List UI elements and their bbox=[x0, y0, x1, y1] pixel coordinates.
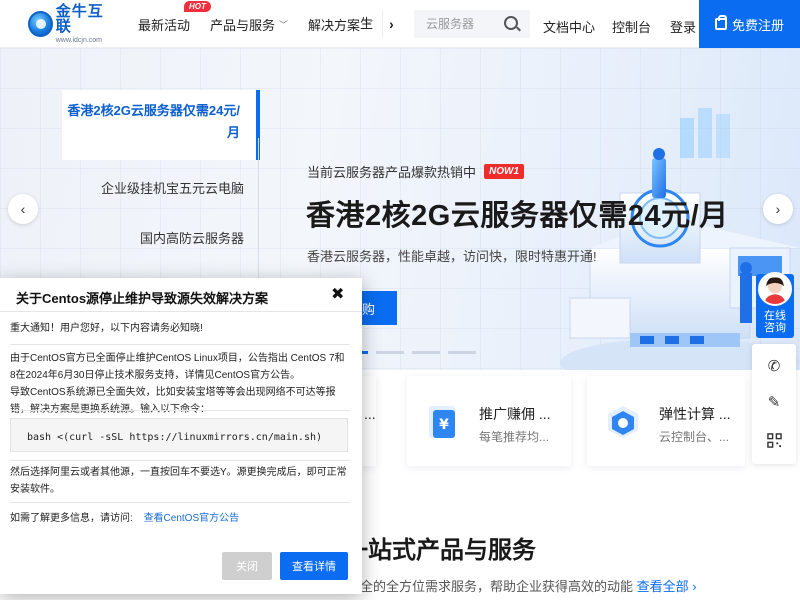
search-box bbox=[414, 10, 530, 38]
logo-mark-icon bbox=[28, 11, 53, 37]
dialog-close-button[interactable]: 关闭 bbox=[222, 552, 272, 580]
carousel-dot[interactable] bbox=[412, 351, 440, 354]
support-agent-avatar bbox=[758, 272, 792, 306]
float-tools: ✆ ✎ bbox=[752, 344, 796, 464]
shopping-bag-icon bbox=[714, 15, 727, 30]
paragraph-1: 由于CentOS官方已全面停止维护CentOS Linux项目，公告指出 Cen… bbox=[10, 353, 345, 381]
command-code-block[interactable]: bash <(curl -sSL https://linuxmirrors.cn… bbox=[10, 418, 348, 452]
login-link[interactable]: 登录 bbox=[670, 17, 696, 36]
nav-label: 解决方案 bbox=[308, 17, 361, 33]
nav-item-ecosystem[interactable]: 生态 bbox=[360, 0, 384, 48]
consult-label-2: 咨询 bbox=[764, 322, 786, 334]
hero-subtitle: 当前云服务器产品爆款热销中 NOW1 bbox=[307, 162, 525, 181]
card-title-truncated: ... bbox=[364, 406, 376, 422]
divider bbox=[10, 410, 350, 411]
centos-notice-dialog: 关于Centos源停止维护导致源失效解决方案 ✖ 重大通知！用户您好，以下内容请… bbox=[0, 278, 362, 594]
nav-item-products[interactable]: 产品与服务 ﹀ bbox=[210, 15, 288, 34]
section-title: 一站式产品与服务 bbox=[344, 537, 536, 564]
online-consult-button[interactable]: 在线 咨询 bbox=[756, 272, 794, 338]
card-subtitle: 每笔推荐均... bbox=[479, 430, 550, 444]
more-info-line: 如需了解更多信息，请访问: 查看CentOS官方公告 bbox=[10, 510, 350, 527]
card-title: 推广赚佣 ... bbox=[479, 406, 551, 422]
qr-code-icon[interactable] bbox=[764, 430, 784, 450]
divider bbox=[10, 460, 350, 461]
main-nav: 最新活动 HOT 产品与服务 ﹀ 解决方案 ﹀ bbox=[138, 0, 393, 48]
feature-card-referral[interactable]: ¥ 推广赚佣 ... 每笔推荐均... bbox=[407, 376, 571, 466]
carousel-dot[interactable] bbox=[448, 351, 476, 354]
chevron-down-icon: ﹀ bbox=[279, 19, 289, 30]
divider bbox=[10, 344, 350, 345]
dialog-view-details-button[interactable]: 查看详情 bbox=[280, 552, 348, 580]
chevron-left-icon: ‹ bbox=[20, 201, 26, 217]
chevron-right-icon: › bbox=[389, 16, 394, 32]
hero-title: 香港2核2G云服务器仅需24元/月 bbox=[306, 200, 729, 232]
centos-announcement-link[interactable]: 查看CentOS官方公告 bbox=[144, 513, 240, 524]
hero-menu-label: 香港2核2G云服务器仅需24元/月 bbox=[67, 103, 240, 140]
elastic-compute-icon bbox=[608, 406, 638, 438]
hero-menu-label: 国内高防云服务器 bbox=[139, 231, 244, 246]
hero-description: 香港云服务器，性能卓越，访问快，限时特惠开通! bbox=[307, 249, 597, 264]
nav-item-latest-activity[interactable]: 最新活动 HOT bbox=[138, 0, 211, 34]
register-label: 免费注册 bbox=[731, 17, 784, 33]
dialog-title: 关于Centos源停止维护导致源失效解决方案 bbox=[16, 291, 269, 306]
referral-coin-icon: ¥ bbox=[429, 406, 455, 438]
carousel-dot[interactable] bbox=[376, 351, 404, 354]
feature-card-elastic-compute[interactable]: 弹性计算 ... 云控制台、... bbox=[587, 376, 745, 466]
now-badge: NOW1 bbox=[484, 164, 525, 179]
hero-menu-item-enterprise-vps[interactable]: 企业级挂机宝五元云电脑 bbox=[62, 178, 260, 197]
logo-name: 金牛互联 bbox=[55, 3, 104, 35]
carousel-prev-button[interactable]: ‹ bbox=[8, 194, 38, 224]
card-title: 弹性计算 ... bbox=[659, 406, 731, 422]
more-info-text: 如需了解更多信息，请访问: bbox=[10, 513, 133, 524]
site-logo[interactable]: 金牛互联 www.idcjn.com bbox=[28, 4, 116, 44]
console-link[interactable]: 控制台 bbox=[612, 17, 651, 36]
search-input[interactable] bbox=[426, 17, 506, 31]
feedback-edit-icon[interactable]: ✎ bbox=[764, 392, 784, 412]
nav-label: 最新活动 bbox=[138, 17, 191, 33]
dialog-header: 关于Centos源停止维护导致源失效解决方案 ✖ bbox=[0, 278, 362, 312]
divider bbox=[10, 502, 350, 503]
doc-center-link[interactable]: 文档中心 bbox=[543, 17, 595, 36]
chevron-right-icon: › bbox=[775, 201, 781, 217]
hot-badge: HOT bbox=[184, 0, 211, 12]
hero-menu-item-ddos-cloud[interactable]: 国内高防云服务器 bbox=[62, 228, 260, 247]
logo-url: www.idcjn.com bbox=[55, 37, 103, 44]
callback-phone-icon[interactable]: ✆ bbox=[764, 356, 784, 376]
hero-buy-label: 购 bbox=[361, 301, 375, 317]
nav-label: 生态 bbox=[360, 16, 374, 31]
consult-label-1: 在线 bbox=[764, 310, 786, 322]
nav-label: 产品与服务 bbox=[210, 17, 276, 33]
carousel-next-button[interactable]: › bbox=[763, 194, 793, 224]
paragraph-3: 然后选择阿里云或者其他源，一直按回车不要选Y。源更换完成后，即可正常安装软件。 bbox=[10, 467, 347, 495]
hero-menu-item-hk-cloud[interactable]: 香港2核2G云服务器仅需24元/月 bbox=[62, 90, 260, 160]
hero-subtitle-text: 当前云服务器产品爆款热销中 bbox=[307, 165, 477, 180]
search-icon[interactable] bbox=[504, 16, 518, 30]
nav-scroll-next-button[interactable]: › bbox=[382, 10, 400, 38]
top-header: 金牛互联 www.idcjn.com 最新活动 HOT 产品与服务 ﹀ 解决方案… bbox=[0, 0, 800, 48]
paragraph-2: 导致CentOS系统源已全面失效，比如安装宝塔等等会出现网络不可达等报错，解决方… bbox=[10, 387, 336, 415]
register-button[interactable]: 免费注册 bbox=[699, 0, 800, 48]
hero-menu-label: 企业级挂机宝五元云电脑 bbox=[100, 181, 244, 196]
view-all-link[interactable]: 查看全部 › bbox=[637, 579, 697, 594]
svg-text:¥: ¥ bbox=[439, 417, 449, 433]
card-subtitle: 云控制台、... bbox=[659, 430, 730, 444]
notice-text: 重大通知！用户您好，以下内容请务必知晓! bbox=[10, 323, 203, 334]
close-icon[interactable]: ✖ bbox=[331, 284, 344, 304]
